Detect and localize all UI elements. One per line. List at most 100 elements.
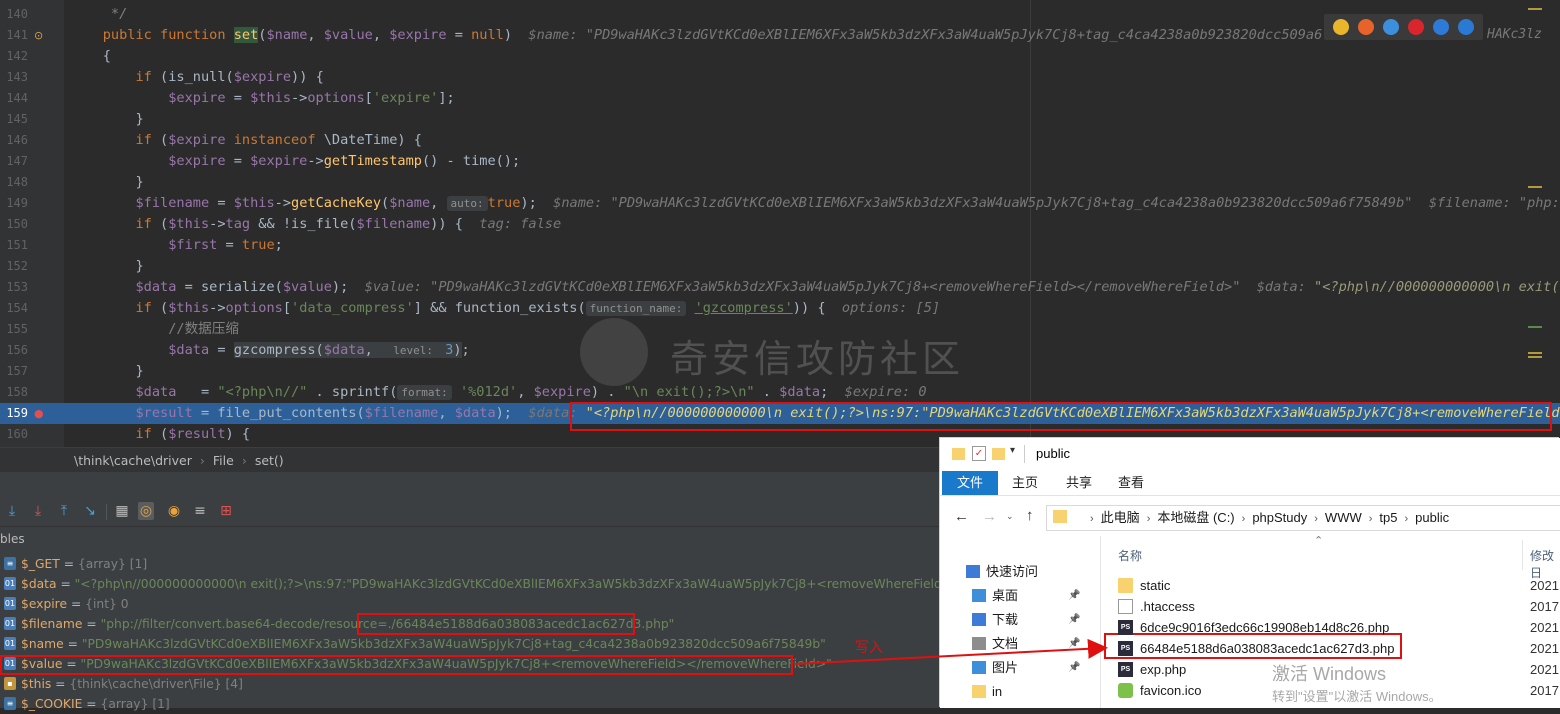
line-number[interactable]: 140 [4, 4, 28, 25]
path-separator-icon[interactable]: › [1147, 513, 1151, 525]
code-text[interactable]: $result = file_put_contents($filename, $… [70, 403, 1560, 424]
force-step-into-icon[interactable]: ⤓ [30, 502, 46, 520]
quick-access-dropdown-icon[interactable]: ▾ [1010, 445, 1015, 456]
code-line[interactable]: 147 $expire = $expire->getTimestamp() - … [0, 151, 1560, 172]
line-number[interactable]: 151 [4, 235, 28, 256]
breadcrumb-method[interactable]: set() [255, 453, 284, 468]
tab-home[interactable]: 主页 [1012, 471, 1038, 495]
path-segment[interactable]: 此电脑 [1101, 510, 1140, 525]
code-line[interactable]: 153 $data = serialize($value); $value: "… [0, 277, 1560, 298]
tab-share[interactable]: 共享 [1066, 471, 1092, 495]
step-over-icon[interactable]: ⤓ [4, 502, 20, 520]
variable-row[interactable]: 01 $value = "PD9waHAKc3lzdGVtKCd0eXBlIEM6… [0, 654, 940, 674]
nav-item[interactable]: 桌面 📌 [972, 585, 1080, 607]
code-line[interactable]: 151 $first = true; [0, 235, 1560, 256]
add-watch-icon[interactable]: ⊞ [218, 502, 234, 520]
forward-icon[interactable]: → [982, 508, 997, 525]
code-line[interactable]: 146 if ($expire instanceof \DateTime) { [0, 130, 1560, 151]
safari-icon[interactable] [1382, 19, 1399, 35]
code-text[interactable]: $expire = $expire->getTimestamp() - time… [70, 151, 520, 172]
file-row[interactable]: static 2021 [1118, 575, 1559, 596]
path-breadcrumb[interactable]: › 此电脑 › 本地磁盘 (C:) › phpStudy › WWW › tp5 › public [1083, 506, 1449, 530]
code-text[interactable]: { [70, 46, 111, 67]
line-number[interactable]: 156 [4, 340, 28, 361]
code-line[interactable]: 144 $expire = $this->options['expire']; [0, 88, 1560, 109]
code-line[interactable]: 142 { [0, 46, 1560, 67]
breakpoints-icon[interactable]: ◉ [166, 502, 182, 520]
evaluate-expression-icon[interactable]: ▦ [114, 502, 130, 520]
code-line[interactable]: 158 $data = "<?php\n//" . sprintf(format… [0, 382, 1560, 403]
pin-icon[interactable]: 📌 [1068, 633, 1080, 655]
pane-divider[interactable] [1100, 536, 1101, 708]
line-number[interactable]: 154 [4, 298, 28, 319]
nav-item[interactable]: 文档 📌 [972, 633, 1080, 655]
line-number[interactable]: 144 [4, 88, 28, 109]
variable-row[interactable]: 01 $filename = "php://filter/convert.base… [0, 614, 940, 634]
code-editor[interactable]: 140 */ 141 ⊙ public function set($name, $v… [0, 0, 1560, 447]
opera-icon[interactable] [1408, 19, 1425, 35]
browser-preview-bar[interactable] [1324, 14, 1483, 40]
path-separator-icon[interactable]: › [1242, 513, 1246, 525]
path-segment[interactable]: WWW [1325, 510, 1362, 525]
variable-row[interactable]: ▪ $this = {think\cache\driver\File} [4] [0, 674, 940, 694]
debugger-panel[interactable]: ⤓ ⤓ ⤒ ↘ ▦ ◎ ◉ ≡ ⊞ bles ≡ $_GET = {array} … [0, 472, 1092, 711]
path-separator-icon[interactable]: › [1090, 513, 1094, 525]
code-line[interactable]: 149 $filename = $this->getCacheKey($name… [0, 193, 1560, 214]
code-text[interactable]: $filename = $this->getCacheKey($name, au… [70, 193, 1560, 214]
pin-icon[interactable]: 📌 [1068, 609, 1080, 631]
path-segment[interactable]: tp5 [1379, 510, 1397, 525]
path-separator-icon[interactable]: › [1314, 513, 1318, 525]
variable-row[interactable]: 01 $data = "<?php\n//000000000000\n exit(… [0, 574, 1092, 594]
line-number[interactable]: 146 [4, 130, 28, 151]
line-number[interactable]: 159 [4, 403, 28, 424]
code-text[interactable]: if ($this->tag && !is_file($filename)) {… [70, 214, 561, 235]
code-text[interactable]: if ($expire instanceof \DateTime) { [70, 130, 421, 151]
path-segment[interactable]: 本地磁盘 (C:) [1157, 510, 1234, 525]
line-number[interactable]: 142 [4, 46, 28, 67]
column-header[interactable]: 名称 ⌃ 修改日 [1110, 535, 1560, 580]
navigation-pane[interactable]: 快速访问 桌面 📌 下载 📌 文档 📌 图片 📌 in [940, 540, 1100, 708]
line-number[interactable]: 155 [4, 319, 28, 340]
file-row[interactable]: PS exp.php 2021 [1118, 659, 1559, 680]
properties-icon[interactable]: ✓ [972, 446, 986, 461]
recent-dropdown-icon[interactable]: ⌄ [1006, 511, 1014, 522]
nav-item[interactable]: 下载 📌 [972, 609, 1080, 631]
code-text[interactable]: $first = true; [70, 235, 283, 256]
code-text[interactable]: } [70, 172, 143, 193]
line-number[interactable]: 160 [4, 424, 28, 445]
nav-item[interactable]: 快速访问 [966, 561, 1038, 583]
step-out-icon[interactable]: ⤒ [56, 502, 72, 520]
ie-icon[interactable] [1433, 19, 1450, 35]
firefox-icon[interactable] [1357, 19, 1374, 35]
code-text[interactable]: $data = serialize($value); $value: "PD9w… [70, 277, 1560, 298]
path-separator-icon[interactable]: › [1404, 513, 1408, 525]
chrome-icon[interactable] [1332, 19, 1349, 35]
run-to-cursor-icon[interactable]: ↘ [82, 502, 98, 520]
variable-row[interactable]: 01 $expire = {int} 0 [0, 594, 940, 614]
breakpoint-icon[interactable]: ● [34, 407, 44, 420]
code-text[interactable]: $data = gzcompress($data, level: 3); [70, 340, 470, 361]
line-number[interactable]: 157 [4, 361, 28, 382]
breadcrumb-class[interactable]: File [213, 453, 234, 468]
line-number[interactable]: 149 [4, 193, 28, 214]
override-marker-icon[interactable]: ⊙ [34, 29, 43, 42]
pin-icon[interactable]: 📌 [1068, 585, 1080, 607]
code-line[interactable]: 143 if (is_null($expire)) { [0, 67, 1560, 88]
code-line[interactable]: 148 } [0, 172, 1560, 193]
path-separator-icon[interactable]: › [1369, 513, 1373, 525]
file-row[interactable]: favicon.ico 2017 [1118, 680, 1559, 701]
code-text[interactable]: } [70, 109, 143, 130]
code-text[interactable]: if (is_null($expire)) { [70, 67, 323, 88]
path-segment[interactable]: public [1415, 510, 1449, 525]
code-line[interactable]: 145 } [0, 109, 1560, 130]
code-text[interactable]: $data = "<?php\n//" . sprintf(format: '%… [70, 382, 927, 403]
column-name[interactable]: 名称 [1118, 547, 1142, 564]
file-row[interactable]: .htaccess 2017 [1118, 596, 1559, 617]
nav-item[interactable]: in [972, 681, 1002, 703]
line-number[interactable]: 153 [4, 277, 28, 298]
line-number[interactable]: 152 [4, 256, 28, 277]
code-line[interactable]: 154 if ($this->options['data_compress'] … [0, 298, 1560, 319]
variable-row[interactable]: 01 $name = "PD9waHAKc3lzdGVtKCd0eXBlIEM6X… [0, 634, 940, 654]
line-number[interactable]: 145 [4, 109, 28, 130]
new-folder-icon[interactable] [992, 448, 1005, 460]
